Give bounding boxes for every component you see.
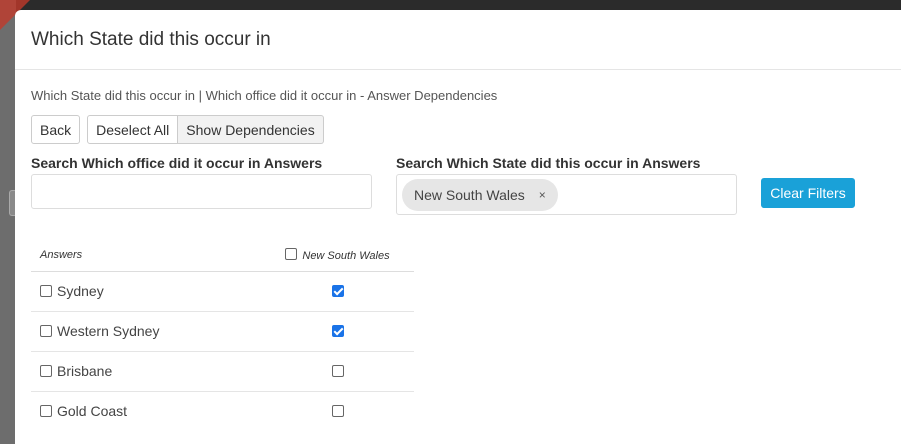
- state-filter-tag-label: New South Wales: [414, 187, 525, 203]
- show-dependencies-button[interactable]: Show Dependencies: [178, 115, 324, 144]
- dependencies-modal: Which State did this occur in Which Stat…: [15, 10, 901, 444]
- state-column-label: New South Wales: [302, 249, 390, 262]
- office-search-input[interactable]: [31, 174, 372, 209]
- state-dependency-cell: [261, 270, 414, 311]
- modal-title: Which State did this occur in: [31, 28, 271, 50]
- state-dependency-checkbox[interactable]: [331, 405, 344, 418]
- table-row: Brisbane: [31, 350, 414, 391]
- state-search-label: Search Which State did this occur in Ans…: [396, 155, 701, 171]
- modal-header: Which State did this occur in: [15, 10, 901, 70]
- answer-row-checkbox[interactable]: [40, 285, 52, 297]
- clear-filters-button[interactable]: Clear Filters: [761, 178, 855, 208]
- answer-cell: Sydney: [31, 270, 261, 311]
- answer-label: Sydney: [57, 283, 104, 299]
- table-header-row: Answers New South Wales: [31, 239, 414, 272]
- modal-body: Which State did this occur in | Which of…: [15, 70, 901, 144]
- answer-cell: Brisbane: [31, 350, 261, 391]
- answer-row-checkbox[interactable]: [40, 365, 52, 377]
- state-dependency-checkbox[interactable]: [331, 325, 344, 337]
- answers-column-header: Answers: [31, 239, 261, 272]
- answer-cell: Western Sydney: [31, 310, 261, 351]
- state-dependency-cell: [261, 390, 414, 431]
- state-column-checkbox[interactable]: [285, 247, 298, 260]
- backdrop-left-panel: [0, 0, 16, 444]
- answer-row-checkbox[interactable]: [40, 405, 52, 418]
- breadcrumb: Which State did this occur in | Which of…: [31, 88, 498, 103]
- state-dependency-checkbox[interactable]: [331, 285, 344, 297]
- office-search-label: Search Which office did it occur in Answ…: [31, 155, 323, 171]
- state-column-header: New South Wales: [261, 239, 414, 272]
- state-filter-tag: New South Wales ×: [402, 179, 558, 211]
- answer-label: Brisbane: [57, 363, 113, 379]
- table-row: Sydney: [31, 270, 414, 311]
- deselect-all-button[interactable]: Deselect All: [87, 115, 179, 144]
- state-search-input[interactable]: New South Wales ×: [396, 174, 737, 215]
- state-dependency-checkbox[interactable]: [331, 365, 344, 377]
- answer-label: Gold Coast: [57, 403, 128, 420]
- table-row: Gold Coast: [31, 390, 414, 431]
- back-button[interactable]: Back: [31, 115, 81, 144]
- answer-row-checkbox[interactable]: [40, 325, 52, 337]
- table-row: Western Sydney: [31, 310, 414, 351]
- answer-label: Western Sydney: [57, 323, 160, 339]
- state-dependency-cell: [261, 310, 414, 351]
- state-dependency-cell: [261, 350, 414, 391]
- answers-table: Answers New South Wales Sydney Western Sy…: [31, 239, 414, 431]
- answer-cell: Gold Coast: [31, 390, 261, 431]
- action-buttons: Back Deselect All Show Dependencies: [31, 115, 899, 144]
- tag-remove-icon[interactable]: ×: [539, 188, 546, 202]
